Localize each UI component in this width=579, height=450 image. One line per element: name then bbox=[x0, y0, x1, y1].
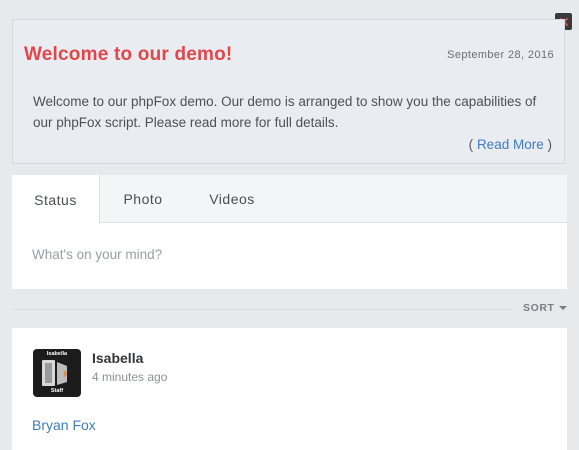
post-mention-link[interactable]: Bryan Fox bbox=[32, 417, 96, 433]
welcome-banner: Welcome to our demo! September 28, 2016 … bbox=[12, 19, 565, 164]
welcome-date: September 28, 2016 bbox=[447, 49, 554, 61]
avatar-name-text: Isabella bbox=[46, 351, 68, 357]
sort-button[interactable]: SORT bbox=[523, 302, 567, 314]
tab-videos[interactable]: Videos bbox=[186, 175, 278, 223]
sort-divider bbox=[12, 309, 515, 310]
sort-label: SORT bbox=[523, 302, 555, 314]
status-input[interactable] bbox=[32, 247, 532, 262]
feed-item: Isabella Staff Isabella 4 minutes ago Br… bbox=[12, 328, 567, 450]
post-author[interactable]: Isabella bbox=[92, 350, 143, 366]
welcome-title: Welcome to our demo! bbox=[24, 44, 233, 65]
read-more-close-paren: ) bbox=[547, 137, 553, 152]
status-composer: Status Photo Videos bbox=[12, 175, 567, 289]
tab-status[interactable]: Status bbox=[12, 175, 100, 224]
avatar-staff-text: Staff bbox=[50, 388, 64, 394]
welcome-body: Welcome to our phpFox demo. Our demo is … bbox=[33, 94, 537, 130]
page: Welcome to our demo! September 28, 2016 … bbox=[0, 0, 579, 450]
avatar-logo-icon bbox=[42, 360, 67, 386]
read-more-open-paren: ( bbox=[468, 137, 474, 152]
tab-photo[interactable]: Photo bbox=[100, 175, 186, 223]
post-timestamp[interactable]: 4 minutes ago bbox=[92, 370, 167, 384]
read-more-wrapper: ( Read More ) bbox=[469, 137, 552, 152]
avatar[interactable]: Isabella Staff bbox=[33, 349, 81, 397]
composer-tabs: Status Photo Videos bbox=[12, 175, 567, 224]
read-more-link[interactable]: Read More bbox=[477, 137, 544, 152]
caret-down-icon bbox=[558, 306, 567, 310]
